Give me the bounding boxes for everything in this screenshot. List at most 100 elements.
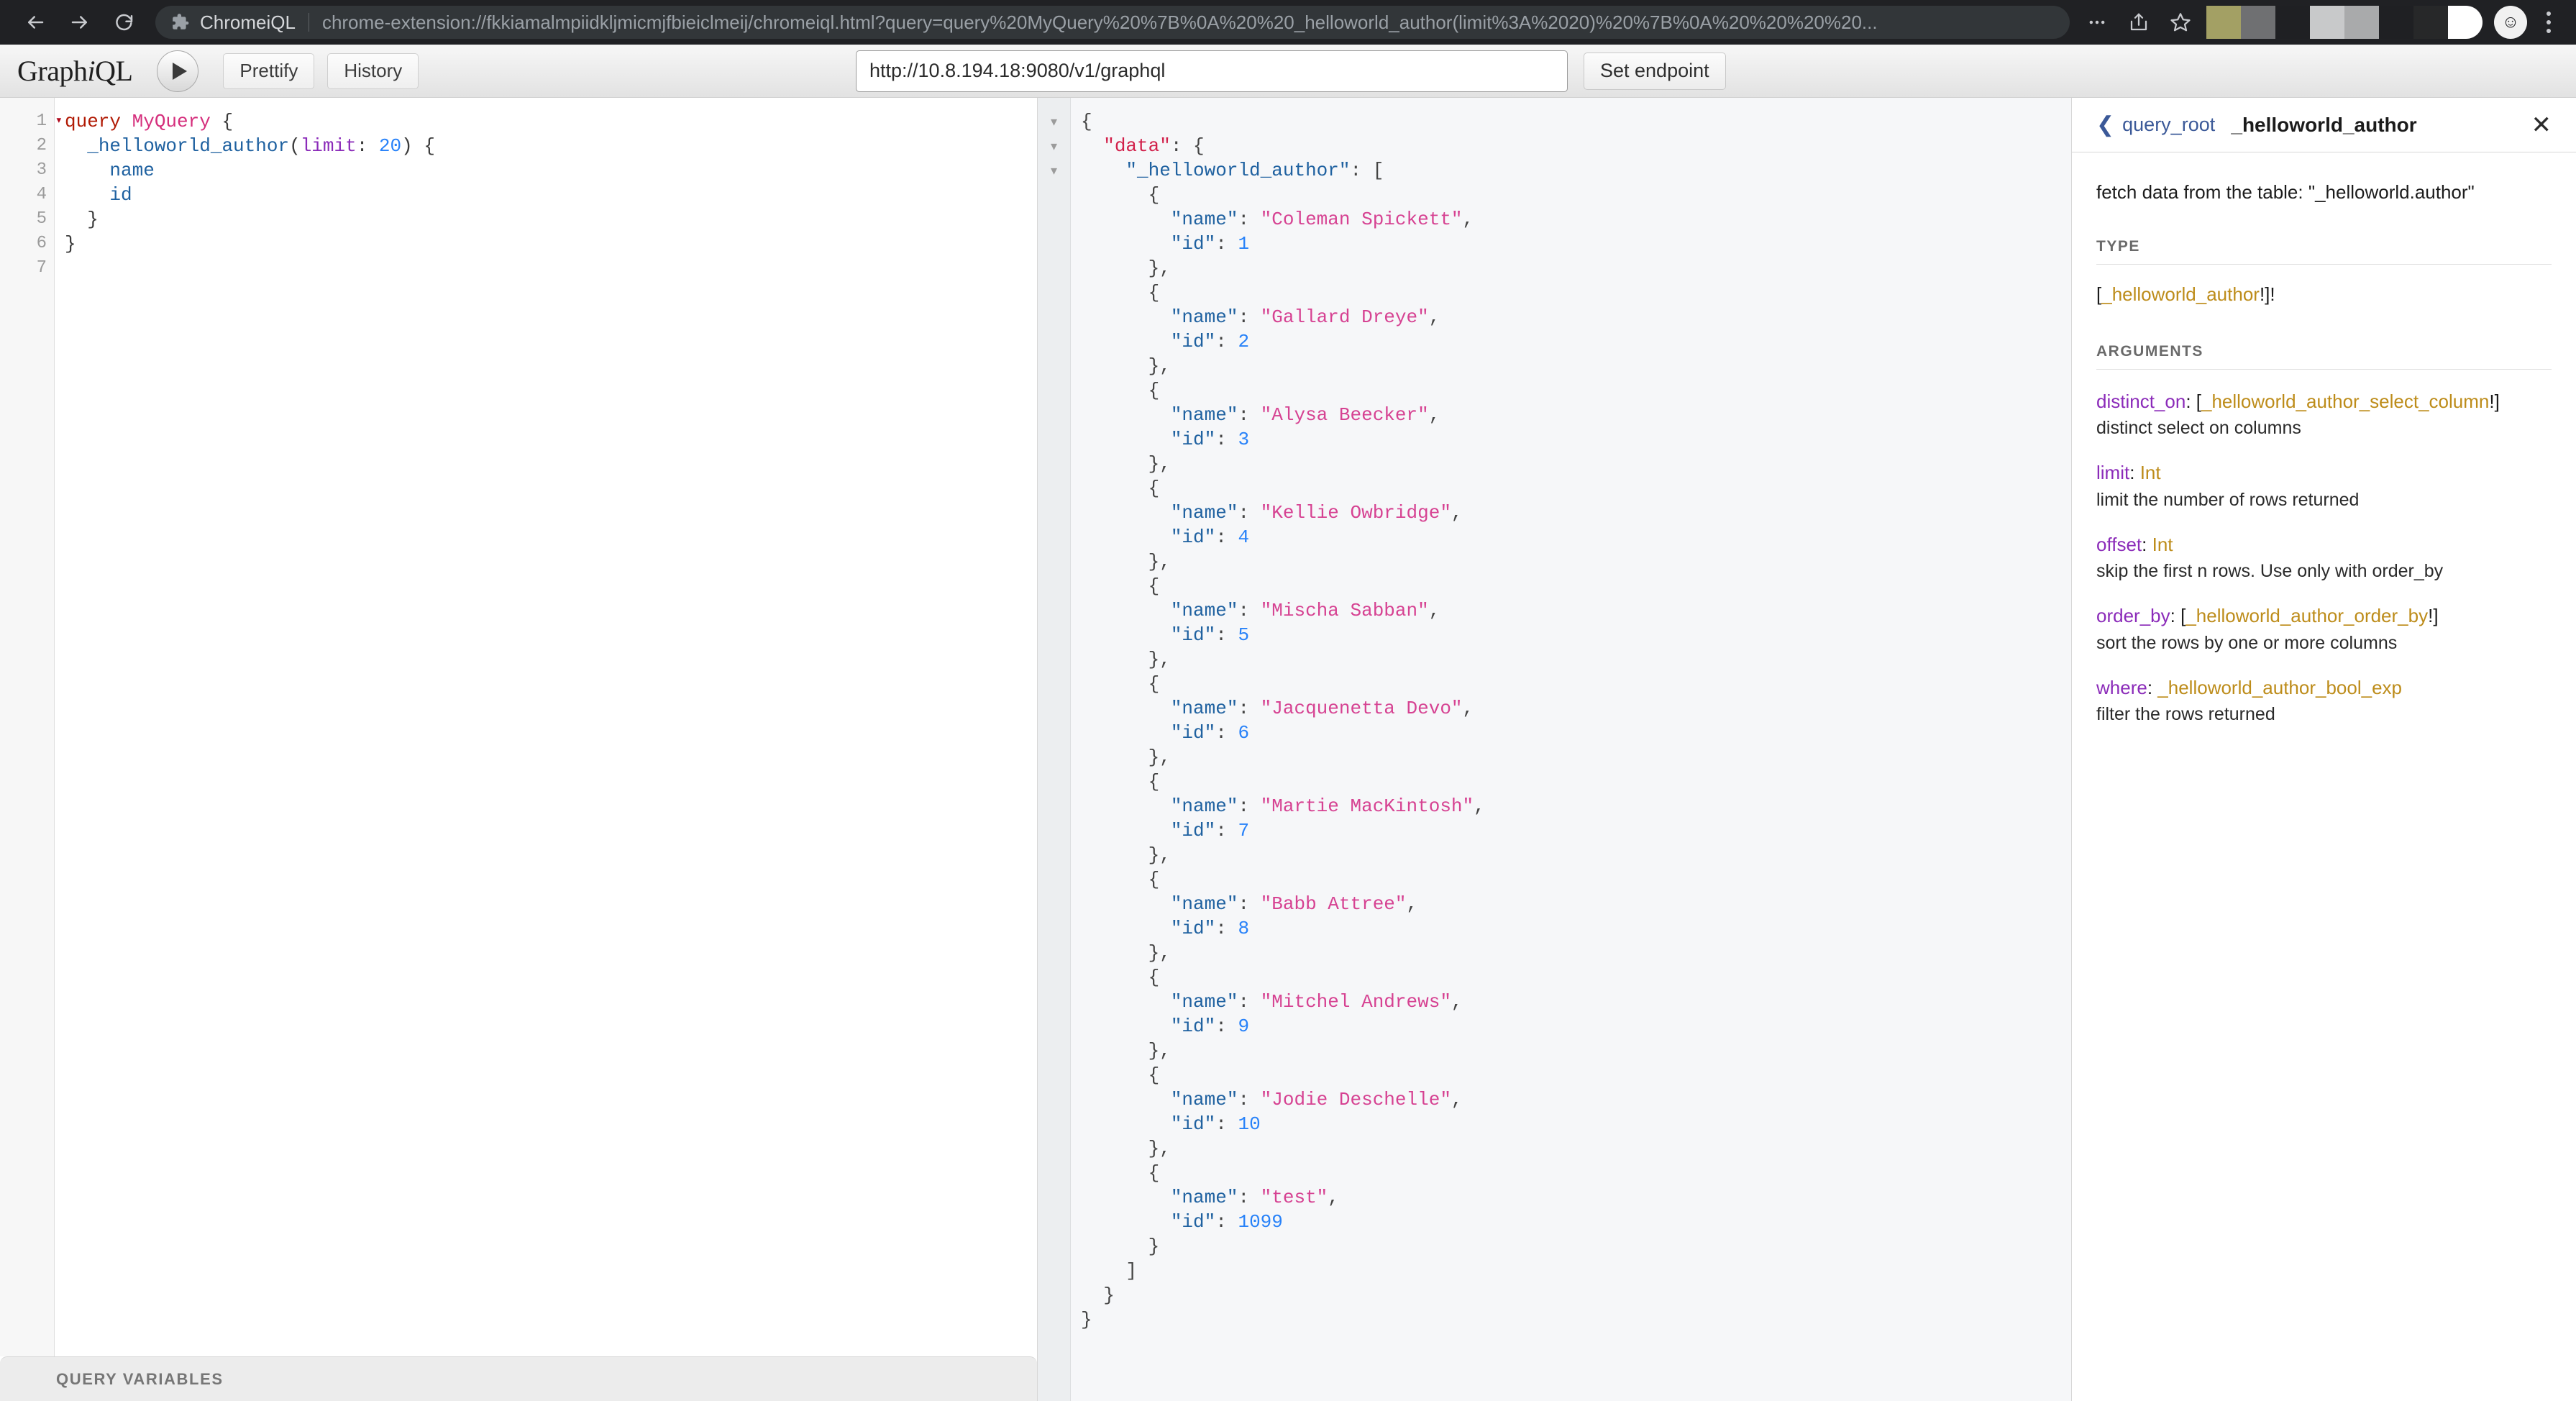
json-name-key: "name" bbox=[1171, 404, 1238, 426]
result-fold-gutter: ▾▾▾ bbox=[1038, 98, 1071, 1401]
prettify-button[interactable]: Prettify bbox=[223, 53, 314, 89]
json-id-key: "id" bbox=[1171, 820, 1215, 841]
json-number-value: 1 bbox=[1238, 233, 1249, 255]
bookmark-star-icon[interactable] bbox=[2160, 2, 2201, 42]
line-number: 6 bbox=[0, 232, 54, 256]
back-button[interactable] bbox=[13, 0, 58, 45]
graphiql-main: 1▾234567 query MyQuery { _helloworld_aut… bbox=[0, 98, 2576, 1401]
forward-button[interactable] bbox=[58, 0, 102, 45]
json-punctuation: }, bbox=[1148, 844, 1171, 866]
json-punctuation: , bbox=[1451, 991, 1463, 1013]
argument-entry: where: _helloworld_author_bool_expfilter… bbox=[2096, 675, 2552, 727]
json-number-value: 10 bbox=[1238, 1113, 1260, 1135]
json-id-key: "id" bbox=[1171, 722, 1215, 744]
extension-icon[interactable] bbox=[2413, 6, 2448, 39]
extension-icon[interactable] bbox=[2275, 6, 2310, 39]
json-list-key: "_helloworld_author" bbox=[1125, 160, 1350, 181]
argument-type-link[interactable]: _helloworld_author_order_by bbox=[2186, 605, 2428, 626]
argument-description: skip the first n rows. Use only with ord… bbox=[2096, 559, 2552, 584]
json-punctuation: : bbox=[1215, 820, 1238, 841]
json-punctuation: ] bbox=[1125, 1260, 1137, 1282]
argument-name-link[interactable]: distinct_on bbox=[2096, 391, 2186, 412]
argument-type-link[interactable]: _helloworld_author_bool_exp bbox=[2157, 677, 2402, 698]
endpoint-input[interactable] bbox=[856, 50, 1568, 92]
json-punctuation: { bbox=[1148, 1064, 1160, 1086]
set-endpoint-button[interactable]: Set endpoint bbox=[1584, 53, 1726, 90]
line-number: 2 bbox=[0, 134, 54, 158]
history-button[interactable]: History bbox=[327, 53, 419, 89]
endpoint-group: Set endpoint bbox=[856, 50, 1726, 92]
json-punctuation: { bbox=[1148, 771, 1160, 793]
json-punctuation: { bbox=[1148, 673, 1160, 695]
json-string-value: "Mischa Sabban" bbox=[1261, 600, 1429, 621]
query-variables-toggle[interactable]: QUERY VARIABLES bbox=[0, 1356, 1037, 1401]
argument-type-link[interactable]: Int bbox=[2140, 462, 2161, 483]
argument-type-link[interactable]: _helloworld_author_select_column bbox=[2201, 391, 2489, 412]
argument-name-link[interactable]: limit bbox=[2096, 462, 2129, 483]
token-argument: limit bbox=[301, 135, 357, 157]
json-punctuation: , bbox=[1463, 209, 1474, 230]
json-number-value: 4 bbox=[1238, 526, 1249, 548]
extension-icon[interactable] bbox=[2241, 6, 2275, 39]
token-paren: ) { bbox=[401, 135, 435, 157]
logo-text-pre: Graph bbox=[17, 55, 87, 87]
argument-type-open: [ bbox=[2191, 391, 2201, 412]
token-brace: } bbox=[65, 233, 76, 255]
argument-type-link[interactable]: Int bbox=[2152, 534, 2173, 555]
line-number: 4 bbox=[0, 183, 54, 207]
json-name-key: "name" bbox=[1171, 991, 1238, 1013]
json-id-key: "id" bbox=[1171, 624, 1215, 646]
json-punctuation: { bbox=[1148, 1162, 1160, 1184]
json-punctuation: : bbox=[1238, 1089, 1260, 1110]
extension-icon[interactable] bbox=[2379, 6, 2413, 39]
avatar[interactable]: ☺ bbox=[2494, 6, 2527, 39]
argument-description: limit the number of rows returned bbox=[2096, 488, 2552, 513]
json-id-key: "id" bbox=[1171, 918, 1215, 939]
kebab-menu-icon[interactable] bbox=[2534, 2, 2563, 42]
json-name-key: "name" bbox=[1171, 209, 1238, 230]
argument-name-link[interactable]: offset bbox=[2096, 534, 2142, 555]
extension-icon[interactable] bbox=[2448, 6, 2483, 39]
chevron-left-icon: ❮ bbox=[2096, 114, 2114, 136]
address-bar[interactable]: ChromeiQL chrome-extension://fkkiamalmpi… bbox=[155, 6, 2070, 39]
fold-toggle-icon[interactable]: ▾ bbox=[1038, 134, 1070, 158]
reload-button[interactable] bbox=[102, 0, 147, 45]
json-string-value: "Mitchel Andrews" bbox=[1261, 991, 1451, 1013]
execute-query-button[interactable] bbox=[157, 50, 198, 92]
arguments-list: distinct_on: [_helloworld_author_select_… bbox=[2096, 388, 2552, 727]
json-id-key: "id" bbox=[1171, 429, 1215, 450]
more-horizontal-icon[interactable] bbox=[2077, 2, 2117, 42]
extension-icons-strip[interactable] bbox=[2206, 6, 2483, 39]
token-brace: { bbox=[221, 111, 233, 132]
fold-toggle-icon[interactable]: ▾ bbox=[1038, 158, 1070, 183]
json-punctuation: , bbox=[1328, 1187, 1339, 1208]
json-punctuation: : bbox=[1238, 991, 1260, 1013]
argument-name-link[interactable]: order_by bbox=[2096, 605, 2170, 626]
section-divider bbox=[2096, 264, 2552, 265]
json-punctuation: { bbox=[1148, 282, 1160, 304]
argument-description: filter the rows returned bbox=[2096, 702, 2552, 727]
fold-toggle-icon[interactable]: ▾ bbox=[52, 109, 63, 134]
line-number: 7 bbox=[0, 256, 54, 280]
json-punctuation: { bbox=[1148, 575, 1160, 597]
json-name-key: "name" bbox=[1171, 502, 1238, 524]
fold-toggle-icon[interactable]: ▾ bbox=[1038, 109, 1070, 134]
docs-back-link[interactable]: ❮ query_root bbox=[2096, 114, 2215, 136]
json-number-value: 8 bbox=[1238, 918, 1249, 939]
share-icon[interactable] bbox=[2119, 2, 2159, 42]
token-keyword: query bbox=[65, 111, 121, 132]
json-punctuation: }, bbox=[1148, 649, 1171, 670]
close-icon[interactable]: ✕ bbox=[2531, 113, 2552, 137]
extension-icon[interactable] bbox=[2310, 6, 2344, 39]
argument-type-close: !] bbox=[2428, 605, 2438, 626]
type-name-link[interactable]: _helloworld_author bbox=[2101, 283, 2260, 305]
query-editor-code[interactable]: query MyQuery { _helloworld_author(limit… bbox=[55, 98, 1037, 1356]
extension-icon[interactable] bbox=[2206, 6, 2241, 39]
query-editor-area[interactable]: 1▾234567 query MyQuery { _helloworld_aut… bbox=[0, 98, 1037, 1356]
token-brace: } bbox=[87, 209, 99, 230]
json-punctuation: } bbox=[1148, 1236, 1160, 1257]
token-number: 20 bbox=[379, 135, 401, 157]
json-string-value: "Babb Attree" bbox=[1261, 893, 1407, 915]
extension-icon[interactable] bbox=[2344, 6, 2379, 39]
argument-name-link[interactable]: where bbox=[2096, 677, 2147, 698]
